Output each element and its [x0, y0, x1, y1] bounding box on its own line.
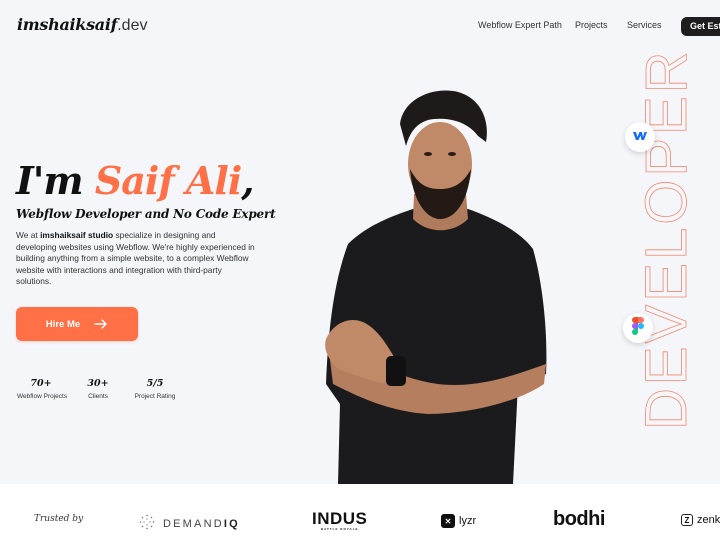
- demandiq-name: DEMAND: [163, 517, 224, 530]
- portrait-photo: [325, 90, 547, 484]
- bodhi-name: bodhi: [553, 508, 605, 530]
- stat-value: 5/5: [146, 378, 164, 389]
- lyzr-icon: ✕: [441, 514, 455, 528]
- demandiq-suffix: IQ: [223, 517, 240, 530]
- hero-title: I'm Saif Ali,: [16, 158, 255, 203]
- indus-name: INDUS: [312, 509, 368, 528]
- figma-icon: [632, 316, 644, 340]
- zenk-name: zenk: [697, 514, 720, 526]
- top-nav: imshaiksaif.dev Webflow Expert Path Proj…: [0, 0, 720, 50]
- developer-vertical-text: DEVELOPER: [634, 48, 700, 430]
- hire-me-label: Hire Me: [45, 318, 81, 330]
- logo-name: imshaiksaif: [17, 15, 118, 34]
- hero-title-prefix: I'm: [16, 158, 95, 203]
- indus-tagline: BATTLE ROYALE: [320, 527, 359, 531]
- desc-prefix: We at: [16, 230, 41, 240]
- site-logo[interactable]: imshaiksaif.dev: [17, 15, 147, 35]
- brand-bodhi-logo: bodhi: [553, 508, 605, 531]
- brand-indus-logo: INDUS BATTLE ROYALE: [312, 510, 367, 531]
- stat-label: Webflow Projects: [17, 393, 68, 400]
- portrait-watch: [386, 356, 406, 386]
- desc-studio-name: imshaiksaif studio: [40, 230, 114, 240]
- arrow-right-icon: [94, 319, 108, 329]
- brand-lyzr-logo: ✕ lyzr: [441, 514, 476, 528]
- stat-label: Clients: [88, 393, 108, 400]
- get-estimate-button[interactable]: Get Estimate: [681, 17, 720, 36]
- stat-value: 70+: [30, 378, 52, 389]
- trusted-by-label: Trusted by: [34, 514, 84, 524]
- logo-tld: .dev: [117, 17, 148, 34]
- hero-description: We at imshaiksaif studio specialize in d…: [16, 230, 256, 288]
- webflow-icon: [633, 128, 647, 146]
- stat-value: 30+: [87, 378, 109, 389]
- demandiq-dots-icon: [139, 514, 155, 533]
- brand-demandiq-logo: DEMAND IQ: [139, 514, 240, 533]
- nav-link-webflow-expert-path[interactable]: Webflow Expert Path: [478, 20, 562, 30]
- stat-clients: 30+ Clients: [85, 378, 111, 400]
- figma-badge: [623, 313, 653, 343]
- trusted-by-section: Trusted by DEMAND IQ INDUS BATTLE ROYALE …: [0, 484, 720, 540]
- stat-project-rating: 5/5 Project Rating: [134, 378, 176, 400]
- hero-subtitle: Webflow Developer and No Code Expert: [16, 207, 276, 221]
- lyzr-name: lyzr: [459, 515, 477, 527]
- brand-zenk-logo: Z zenk: [681, 514, 720, 526]
- webflow-badge: [625, 122, 655, 152]
- hero-title-name: Saif Ali: [94, 158, 242, 203]
- nav-link-projects[interactable]: Projects: [575, 20, 608, 30]
- hero-title-suffix: ,: [241, 158, 254, 203]
- nav-link-services[interactable]: Services: [627, 20, 662, 30]
- zenk-icon: Z: [681, 514, 693, 526]
- hire-me-button[interactable]: Hire Me: [16, 307, 138, 341]
- stat-label: Project Rating: [134, 393, 176, 400]
- stat-webflow-projects: 70+ Webflow Projects: [17, 378, 68, 400]
